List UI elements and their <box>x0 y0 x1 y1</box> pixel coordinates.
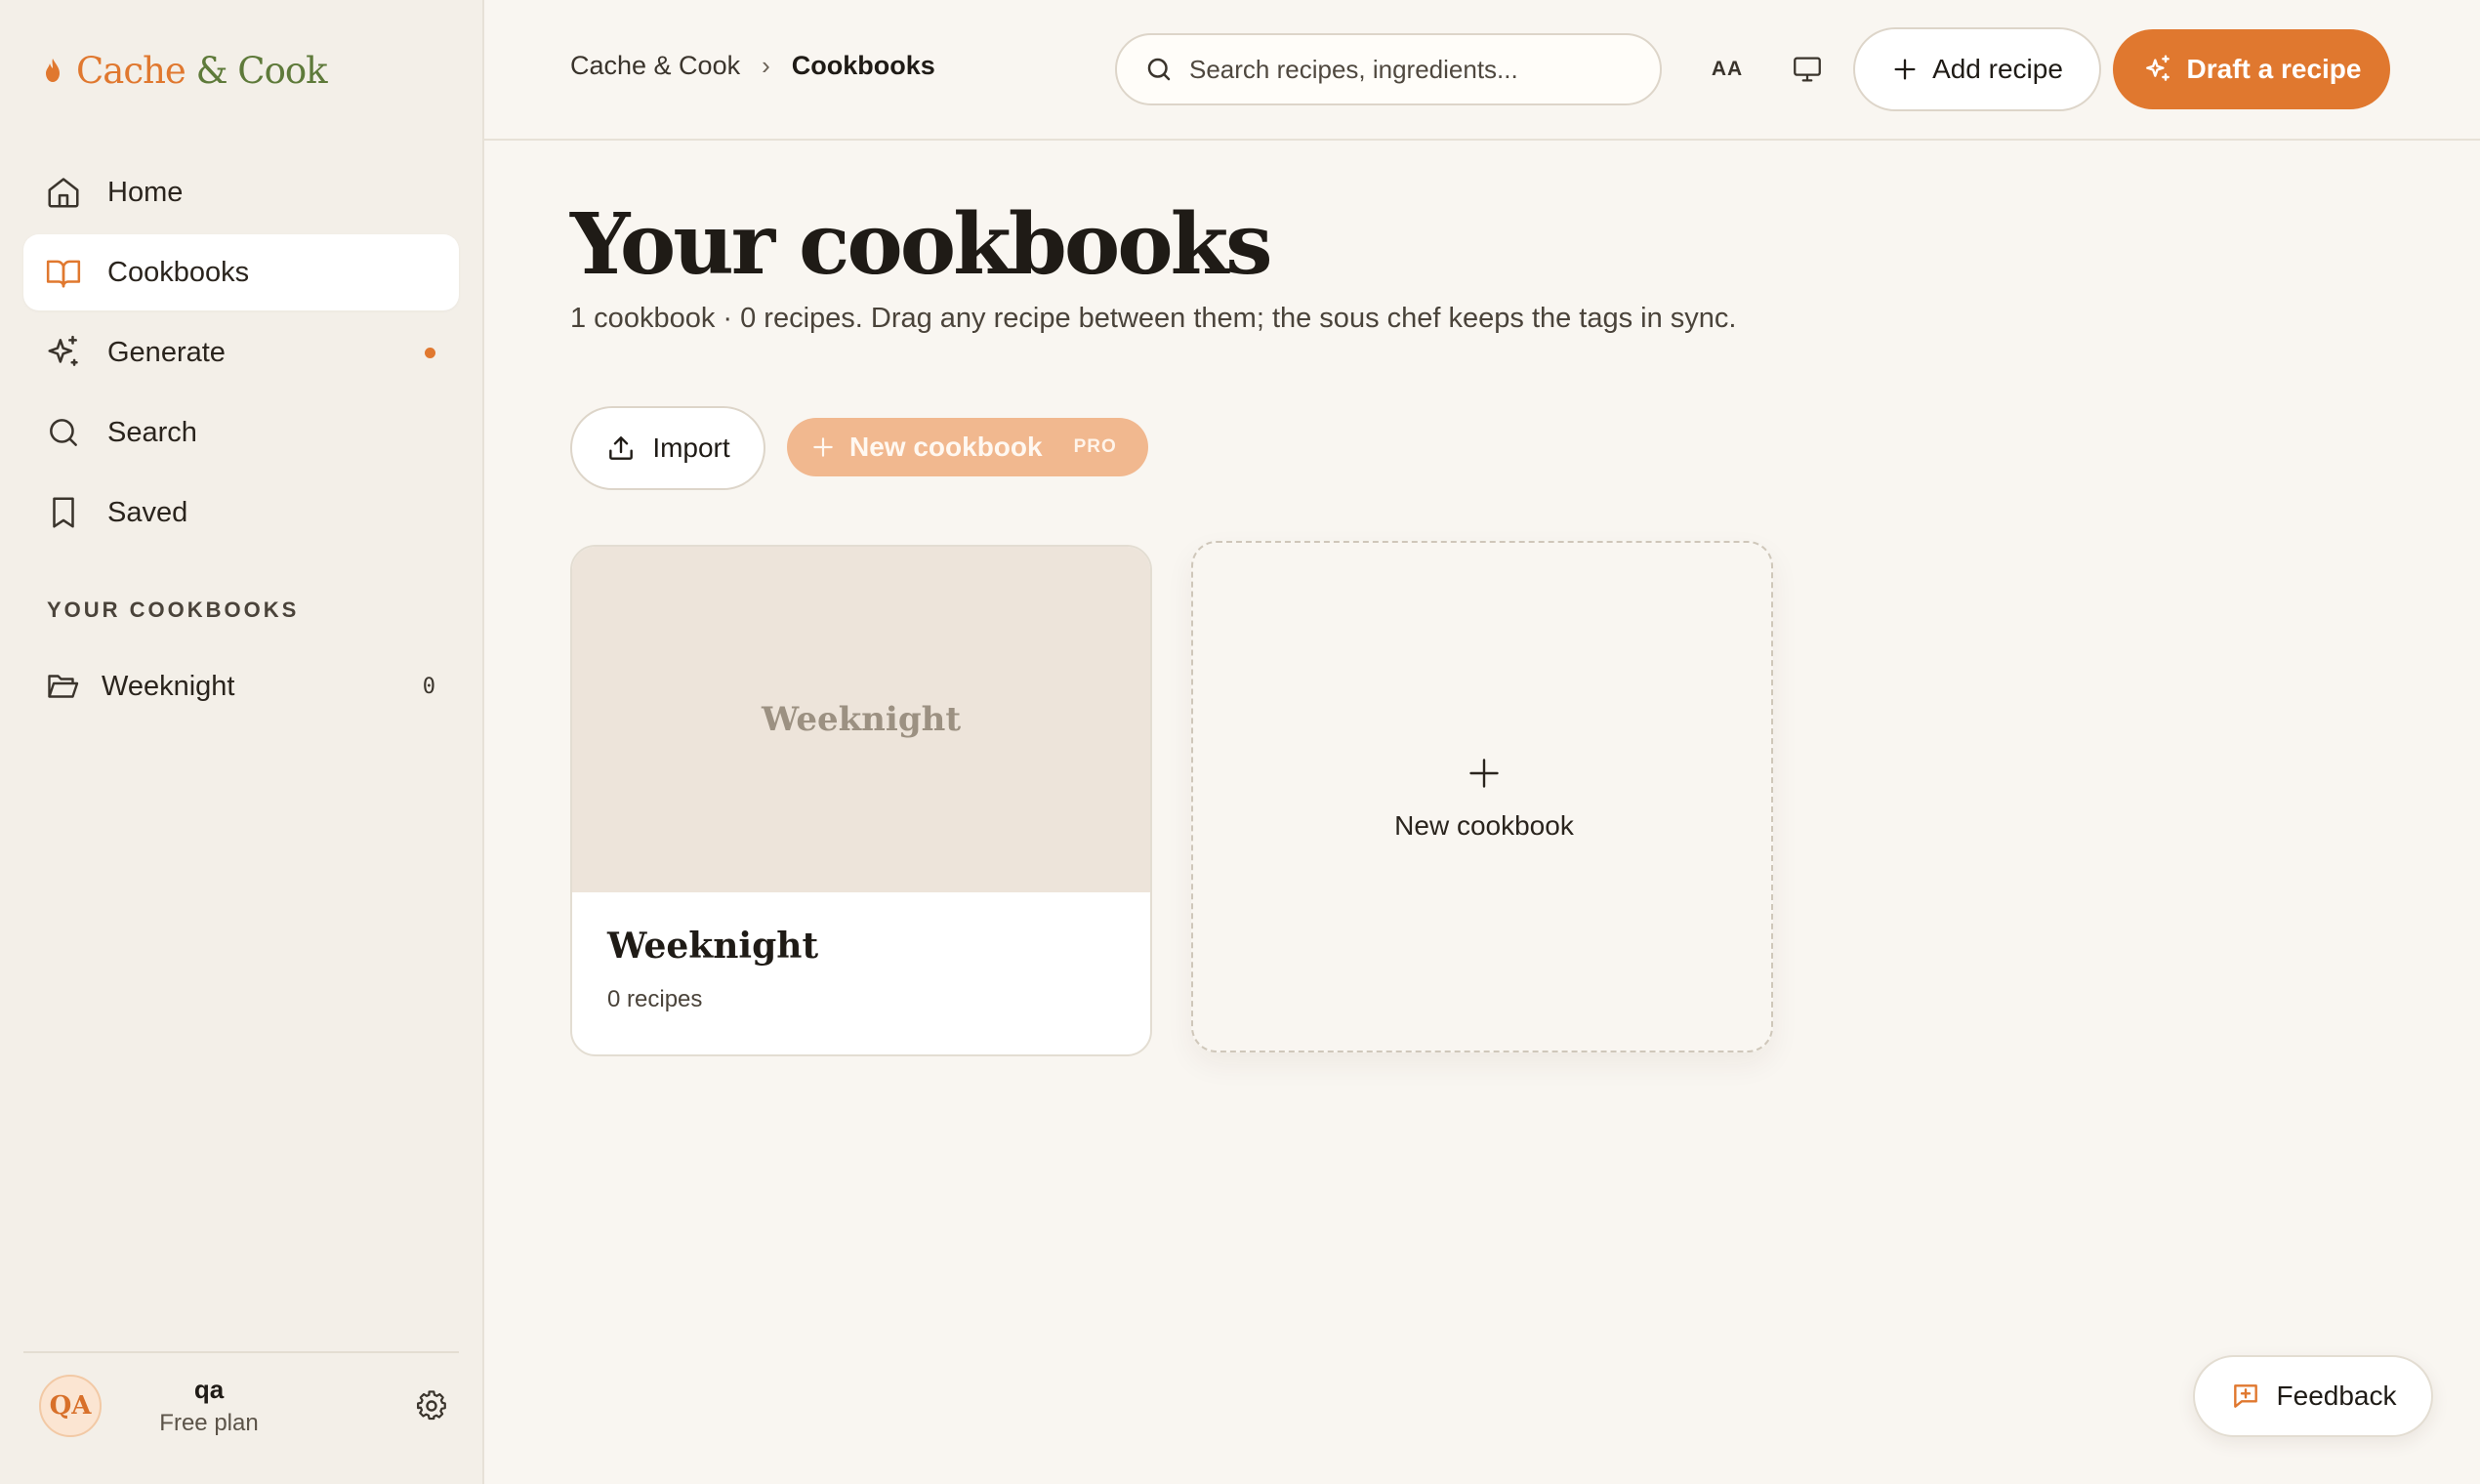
sidebar: Cache & Cook Home Cookbooks Generate Sea… <box>0 0 484 1484</box>
plus-icon <box>813 437 833 457</box>
breadcrumb: Cache & Cook › Cookbooks <box>570 51 935 81</box>
sidebar-item-search[interactable]: Search <box>23 394 459 471</box>
sidebar-cookbook-weeknight[interactable]: Weeknight 0 <box>23 648 459 724</box>
brand-name-part1: Cache <box>76 49 186 92</box>
cookbook-recipe-count: 0 recipes <box>607 986 703 1012</box>
draft-recipe-label: Draft a recipe <box>2186 54 2362 84</box>
chevron-right-icon: › <box>762 51 770 80</box>
plus-icon <box>1894 59 1916 80</box>
message-plus-icon <box>2233 1384 2257 1408</box>
avatar: QA <box>39 1375 102 1437</box>
add-recipe-label: Add recipe <box>1932 54 2063 84</box>
gear-icon[interactable] <box>414 1388 449 1423</box>
new-cookbook-card[interactable]: New cookbook <box>1191 541 1773 1052</box>
sparkles-icon <box>48 335 78 366</box>
sidebar-item-label: Saved <box>107 496 188 528</box>
sidebar-item-home[interactable]: Home <box>23 154 459 230</box>
cookbook-recipe-count: 0 <box>422 674 435 699</box>
sidebar-item-label: Search <box>107 416 197 448</box>
page-subtitle: 1 cookbook · 0 recipes. Drag any recipe … <box>570 303 1737 334</box>
feedback-label: Feedback <box>2276 1381 2397 1411</box>
new-cookbook-button[interactable]: New cookbook PRO <box>787 418 1148 476</box>
brand-ampersand: & <box>195 49 228 92</box>
sidebar-nav: Home Cookbooks Generate Search Saved <box>23 154 459 555</box>
import-label: Import <box>652 433 730 463</box>
top-bar: Cache & Cook › Cookbooks AA Add recipe D… <box>484 0 2480 141</box>
sidebar-item-saved[interactable]: Saved <box>23 474 459 551</box>
book-open-icon <box>46 260 81 288</box>
sidebar-item-label: Cookbooks <box>107 256 250 288</box>
sidebar-item-cookbooks[interactable]: Cookbooks <box>23 234 459 310</box>
page-title: Your cookbooks <box>570 195 1273 294</box>
cookbook-cover: Weeknight <box>572 547 1150 892</box>
pro-badge: PRO <box>1073 436 1117 457</box>
sidebar-cookbook-label: Weeknight <box>102 670 235 702</box>
folder-open-icon <box>48 675 79 698</box>
brand-name-part2: Cook <box>237 49 327 92</box>
sidebar-item-label: Generate <box>107 336 226 368</box>
bookmark-icon <box>53 497 74 528</box>
plus-icon <box>1469 759 1499 788</box>
upload-icon <box>609 436 634 460</box>
display-mode-button[interactable] <box>1787 49 1828 90</box>
import-button[interactable]: Import <box>570 406 765 490</box>
breadcrumb-root[interactable]: Cache & Cook <box>570 51 740 81</box>
cookbook-card-weeknight[interactable]: Weeknight Weeknight 0 recipes <box>570 545 1152 1056</box>
new-cookbook-card-label: New cookbook <box>1394 810 1574 841</box>
user-name: qa <box>193 1375 225 1404</box>
sidebar-item-generate[interactable]: Generate <box>23 314 459 391</box>
monitor-icon <box>1794 57 1821 82</box>
notification-dot <box>425 348 435 358</box>
cookbook-title: Weeknight <box>607 926 819 967</box>
user-profile[interactable]: QA qa Free plan <box>39 1375 449 1439</box>
search-icon <box>1147 58 1171 81</box>
draft-recipe-button[interactable]: Draft a recipe <box>2113 29 2390 109</box>
sparkles-icon <box>2145 55 2170 81</box>
feedback-button[interactable]: Feedback <box>2193 1355 2433 1437</box>
text-size-button[interactable]: AA <box>1707 49 1748 90</box>
search-input[interactable] <box>1189 54 1648 85</box>
divider <box>23 1351 459 1353</box>
add-recipe-button[interactable]: Add recipe <box>1853 27 2101 111</box>
home-icon <box>48 178 79 208</box>
sidebar-item-label: Home <box>107 176 184 208</box>
brand-logo[interactable]: Cache & Cook <box>43 47 328 94</box>
flame-icon <box>46 59 60 82</box>
search-box[interactable] <box>1115 33 1662 105</box>
breadcrumb-current: Cookbooks <box>791 51 935 80</box>
new-cookbook-label: New cookbook <box>849 432 1043 462</box>
search-icon <box>50 419 77 446</box>
user-plan: Free plan <box>159 1410 259 1436</box>
section-label-cookbooks: YOUR COOKBOOKS <box>47 598 300 622</box>
